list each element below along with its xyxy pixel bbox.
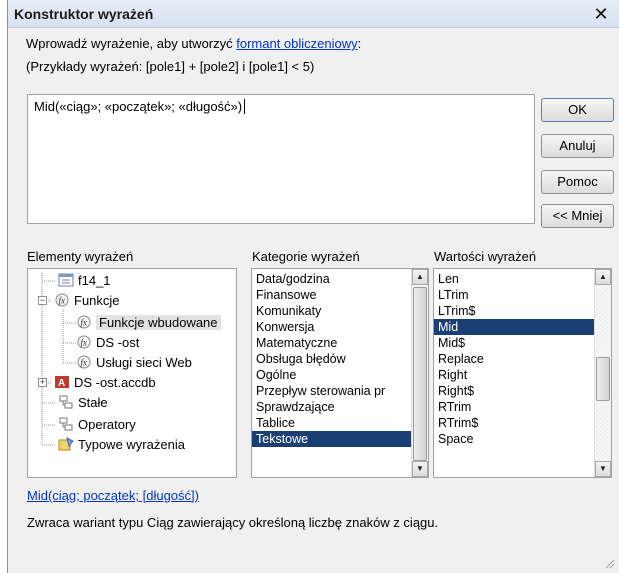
tree-item-database[interactable]: A DS -ost.accdb (54, 373, 156, 393)
value-item[interactable]: Mid (434, 319, 595, 335)
scroll-down-icon[interactable]: ▼ (595, 461, 611, 477)
value-item[interactable]: Len (434, 271, 595, 287)
svg-text:fx: fx (81, 358, 88, 368)
resize-grip-icon[interactable] (603, 557, 615, 569)
title-bar[interactable]: Konstruktor wyrażeń ✕ (8, 0, 619, 28)
tree-item-label: Stałe (78, 395, 108, 410)
category-item[interactable]: Tablice (252, 415, 412, 431)
category-item[interactable]: Data/godzina (252, 271, 412, 287)
database-icon: A (54, 375, 70, 389)
category-item[interactable]: Obsługa błędów (252, 351, 412, 367)
value-item[interactable]: Replace (434, 351, 595, 367)
calculated-control-link[interactable]: formant obliczeniowy (236, 36, 357, 51)
tree-item-label: f14_1 (78, 273, 111, 288)
categories-items: Data/godzina Finansowe Komunikaty Konwersja… (252, 269, 412, 447)
value-item[interactable]: RTrim (434, 399, 595, 415)
tree-item-constants[interactable]: Stałe (58, 393, 108, 413)
values-items: Len LTrim LTrim$ Mid Mid$ Replace Right Right$ R… (434, 269, 595, 447)
value-item[interactable]: RTrim$ (434, 415, 595, 431)
elements-label: Elementy wyrażeń (27, 249, 134, 264)
window-title: Konstruktor wyrażeń (14, 6, 154, 22)
tree-item-ds-ost[interactable]: fx DS -ost (76, 333, 139, 353)
value-item[interactable]: LTrim$ (434, 303, 595, 319)
tree-item-label: DS -ost (96, 335, 140, 350)
expression-input[interactable]: Mid(«ciąg»; «początek»; «długość») (27, 94, 535, 224)
help-button[interactable]: Pomoc (541, 170, 614, 194)
scroll-thumb[interactable] (596, 357, 610, 401)
value-item[interactable]: LTrim (434, 287, 595, 303)
tree-item-label: DS -ost.accdb (74, 375, 156, 390)
svg-text:fx: fx (81, 338, 88, 348)
value-item[interactable]: Right$ (434, 383, 595, 399)
ok-button[interactable]: OK (541, 98, 614, 122)
expression-builder-dialog: Konstruktor wyrażeń ✕ Wprowadź wyrażenie… (7, 0, 619, 573)
category-item[interactable]: Ogólne (252, 367, 412, 383)
function-syntax-link[interactable]: Mid(ciąg; początek; [długość]) (27, 488, 199, 503)
scroll-up-icon[interactable]: ▲ (595, 269, 611, 285)
elements-tree[interactable]: f14_1 − fx Funkcje fx Funkcje wbudowane fx… (27, 268, 237, 478)
category-item[interactable]: Konwersja (252, 319, 412, 335)
tree-item-common-expressions[interactable]: Typowe wyrażenia (58, 435, 185, 455)
instruction-suffix: : (357, 36, 362, 51)
categories-label: Kategorie wyrażeń (252, 249, 360, 264)
category-item[interactable]: Tekstowe (252, 431, 412, 447)
tree-item-label: Usługi sieci Web (96, 355, 192, 370)
function-description: Zwraca wariant typu Ciąg zawierający okr… (27, 515, 439, 530)
function-icon: fx (76, 355, 92, 369)
common-expressions-icon (58, 437, 74, 451)
scroll-up-icon[interactable]: ▲ (412, 269, 428, 285)
function-icon: fx (54, 293, 70, 307)
values-list[interactable]: Len LTrim LTrim$ Mid Mid$ Replace Right Right$ R… (433, 268, 612, 478)
scroll-thumb[interactable] (413, 287, 427, 461)
category-item[interactable]: Finansowe (252, 287, 412, 303)
function-icon: fx (76, 315, 92, 329)
tree-item-operators[interactable]: Operatory (58, 415, 136, 435)
category-item[interactable]: Sprawdzające (252, 399, 412, 415)
values-label: Wartości wyrażeń (434, 249, 537, 264)
value-item[interactable]: Space (434, 431, 595, 447)
folder-tree-icon (58, 395, 74, 409)
collapse-functions-toggle[interactable]: − (38, 296, 47, 305)
less-button[interactable]: << Mniej (541, 204, 614, 228)
tree-item-label: Funkcje (74, 293, 120, 308)
close-button[interactable]: ✕ (590, 4, 612, 24)
text-caret (244, 99, 246, 114)
cancel-button[interactable]: Anuluj (541, 134, 614, 158)
category-item[interactable]: Matematyczne (252, 335, 412, 351)
categories-scrollbar[interactable]: ▲ ▼ (411, 269, 428, 477)
scroll-down-icon[interactable]: ▼ (412, 461, 428, 477)
instruction-line-2: (Przykłady wyrażeń: [pole1] + [pole2] i … (26, 59, 315, 74)
category-item[interactable]: Komunikaty (252, 303, 412, 319)
tree-item-label: Typowe wyrażenia (78, 437, 185, 452)
tree-item-form[interactable]: f14_1 (58, 271, 111, 291)
value-item[interactable]: Right (434, 367, 595, 383)
categories-list[interactable]: Data/godzina Finansowe Komunikaty Konwersja… (251, 268, 429, 478)
tree-item-web-services[interactable]: fx Usługi sieci Web (76, 353, 192, 373)
instruction-line-1: Wprowadź wyrażenie, aby utworzyć formant… (26, 36, 361, 51)
svg-text:fx: fx (81, 318, 88, 328)
svg-text:A: A (58, 378, 65, 389)
tree-item-label: Operatory (78, 417, 136, 432)
value-item[interactable]: Mid$ (434, 335, 595, 351)
folder-tree-icon (58, 417, 74, 431)
tree-item-builtin-functions[interactable]: fx Funkcje wbudowane (76, 313, 221, 333)
svg-text:fx: fx (59, 296, 66, 306)
tree-item-label: Funkcje wbudowane (96, 315, 221, 330)
category-item[interactable]: Przepływ sterowania pr (252, 383, 412, 399)
tree-item-functions[interactable]: fx Funkcje (54, 291, 120, 311)
expand-database-toggle[interactable]: + (38, 378, 47, 387)
values-scrollbar[interactable]: ▲ ▼ (594, 269, 611, 477)
instruction-prefix: Wprowadź wyrażenie, aby utworzyć (26, 36, 237, 51)
function-icon: fx (76, 335, 92, 349)
expression-text: Mid(«ciąg»; «początek»; «długość») (34, 99, 243, 114)
form-icon (58, 273, 74, 287)
